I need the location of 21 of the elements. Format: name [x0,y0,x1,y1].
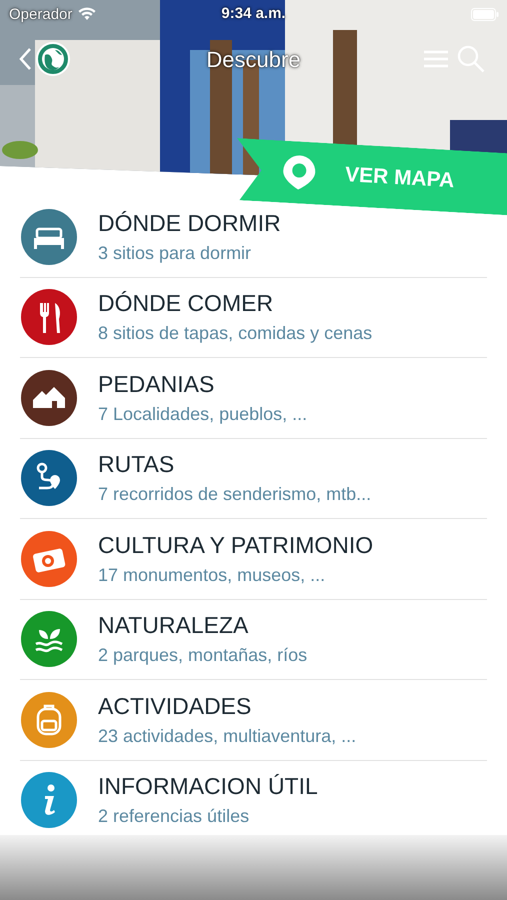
back-icon[interactable] [18,47,32,71]
category-subtitle: 2 parques, montañas, ríos [98,645,308,666]
wifi-icon [78,7,96,21]
category-subtitle: 7 Localidades, pueblos, ... [98,404,308,425]
category-title: PEDANIAS [98,370,216,398]
category-subtitle: 8 sitios de tapas, comidas y cenas [98,323,372,344]
category-subtitle: 23 actividades, multiaventura, ... [98,726,356,747]
category-title: RUTAS [98,451,176,478]
globe-icon[interactable] [36,42,70,76]
category-title: DÓNDE COMER [98,290,274,318]
category-subtitle: 7 recorridos de senderismo, mtb... [98,484,372,506]
category-title: INFORMACION ÚTIL [98,773,318,800]
category-title: ACTIVIDADES [98,692,252,720]
category-title: CULTURA Y PATRIMONIO [98,532,374,559]
category-subtitle: 2 referencias útiles [98,806,250,828]
status-time: 9:34 a.m. [221,5,286,22]
category-title: DÓNDE DORMIR [98,210,281,237]
category-title: NATURALEZA [98,612,250,640]
carrier-name: Operador [9,6,72,22]
category-subtitle: 17 monumentos, museos, ... [98,564,326,586]
category-subtitle: 3 sitios para dormir [98,242,252,264]
